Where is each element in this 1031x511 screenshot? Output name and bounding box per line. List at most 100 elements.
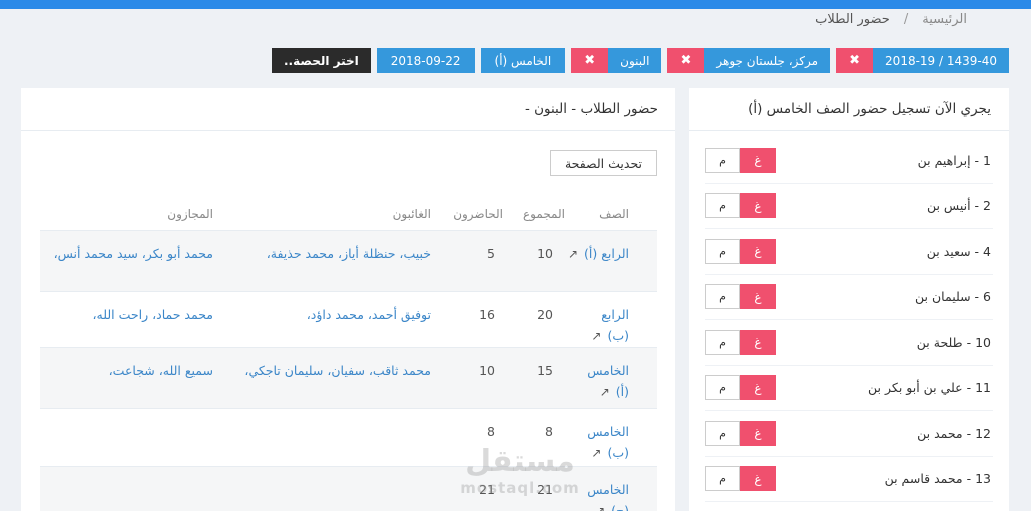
filter-gender-remove-icon[interactable]: ✖ [571, 48, 609, 73]
table-row: الخامس (أ)↗︎ 15 10 محمد ثاقب، سفيان، سليمان… [40, 347, 657, 409]
cell-excused[interactable]: محمد حماد، راحت الله، [40, 291, 213, 348]
filter-year-remove-icon[interactable]: ✖ [836, 48, 874, 73]
external-link-icon[interactable]: ↗︎ [568, 247, 578, 261]
summary-card: حضور الطلاب - البنون - تحديث الصفحة الصف… [21, 88, 675, 511]
cell-total: 21 [503, 466, 565, 511]
mark-present-button[interactable]: م [705, 420, 740, 446]
cell-total: 10 [503, 230, 565, 292]
mark-present-button[interactable]: م [705, 238, 740, 264]
external-link-icon[interactable]: ↗︎ [591, 446, 601, 460]
attendance-toggle: مغ [705, 284, 776, 310]
student-name: 12 - محمد بن [917, 425, 991, 441]
attendance-toggle: مغ [705, 329, 776, 355]
column-present: الحاضرون [431, 198, 503, 231]
mark-present-button[interactable]: م [705, 375, 740, 401]
table-row: الخامس (ب)↗︎ 8 8 [40, 408, 657, 467]
filter-center: مركز، جلستان جوهر ✖ [667, 48, 831, 73]
filter-date[interactable]: 2018-09-22 [376, 48, 475, 73]
mark-present-button[interactable]: م [705, 284, 740, 310]
mark-absent-button[interactable]: غ [740, 466, 776, 492]
cell-excused[interactable]: محمد أبو بكر، سيد محمد أنس، [40, 230, 213, 292]
student-row: 4 - سعيد بن م غ [705, 229, 993, 275]
attendance-toggle: مغ [705, 375, 776, 401]
external-link-icon[interactable]: ↗︎ [600, 385, 610, 399]
student-name: 11 - علي بن أبو بكر بن [868, 380, 991, 396]
mark-present-button[interactable]: م [705, 466, 740, 492]
table-row: الخامس (ج)↗︎ 21 21 [40, 466, 657, 511]
column-class: الصف [565, 198, 657, 231]
mark-absent-button[interactable]: غ [740, 420, 776, 446]
filter-class[interactable]: الخامس (أ) [480, 48, 566, 73]
attendance-toggle: مغ [705, 193, 776, 219]
cell-total: 8 [503, 408, 565, 467]
cell-present: 16 [431, 291, 503, 348]
column-absent: الغائبون [213, 198, 431, 231]
filter-class-label[interactable]: الخامس (أ) [480, 48, 566, 73]
cell-excused[interactable] [40, 466, 213, 511]
student-name: 2 - أنيس بن [926, 198, 991, 214]
top-bar [0, 0, 1031, 9]
mark-absent-button[interactable]: غ [740, 193, 776, 219]
mark-present-button[interactable]: م [705, 329, 740, 355]
mark-present-button[interactable]: م [705, 147, 740, 173]
class-link[interactable]: الخامس (ج) [587, 482, 629, 511]
filter-year-label: 1439-40 / 2018-19 [873, 48, 1009, 73]
filter-bar: 1439-40 / 2018-19 ✖ مركز، جلستان جوهر ✖ … [271, 48, 1009, 73]
student-list: 1 - إبراهيم بن م غ 2 - أنيس بن م غ 4 - سعيد بن… [689, 131, 1009, 502]
filter-year: 1439-40 / 2018-19 ✖ [836, 48, 1009, 73]
column-total: المجموع [503, 198, 565, 231]
cell-absent[interactable]: محمد ثاقب، سفيان، سليمان تاجكي، [213, 347, 431, 409]
external-link-icon[interactable]: ↗︎ [595, 504, 605, 511]
student-name: 6 - سليمان بن [915, 289, 991, 305]
class-link[interactable]: الرابع (أ) [584, 246, 629, 261]
cell-excused[interactable] [40, 408, 213, 467]
attendance-toggle: مغ [705, 238, 776, 264]
cell-absent[interactable]: توفيق أحمد، محمد داؤد، [213, 291, 431, 348]
external-link-icon[interactable]: ↗︎ [591, 329, 601, 343]
student-row: 2 - أنيس بن م غ [705, 184, 993, 229]
attendance-card-title: يجري الآن تسجيل حضور الصف الخامس (أ) [689, 88, 1009, 131]
student-row: 10 - طلحة بن م غ [705, 320, 993, 366]
cell-class: الخامس (ج)↗︎ [565, 466, 657, 511]
select-period-label[interactable]: اختر الحصة.. [271, 48, 371, 73]
cell-excused[interactable]: سميع الله، شجاعت، [40, 347, 213, 409]
student-name: 10 - طلحة بن [916, 334, 991, 350]
student-row: 12 - محمد بن م غ [705, 411, 993, 457]
cell-class: الرابع (أ) ↗︎ [565, 230, 657, 292]
mark-absent-button[interactable]: غ [740, 329, 776, 355]
mark-absent-button[interactable]: غ [740, 284, 776, 310]
breadcrumb-home[interactable]: الرئيسية [922, 12, 967, 27]
mark-absent-button[interactable]: غ [740, 375, 776, 401]
breadcrumb-separator: / [903, 12, 909, 27]
cell-absent[interactable] [213, 466, 431, 511]
refresh-button[interactable]: تحديث الصفحة [549, 150, 657, 176]
mark-absent-button[interactable]: غ [740, 147, 776, 173]
cell-class: الرابع (ب)↗︎ [565, 291, 657, 348]
cell-present: 10 [431, 347, 503, 409]
select-period-button[interactable]: اختر الحصة.. [271, 48, 371, 73]
student-row: 11 - علي بن أبو بكر بن م غ [705, 366, 993, 411]
mark-absent-button[interactable]: غ [740, 238, 776, 264]
student-row: 13 - محمد قاسم بن م غ [705, 457, 993, 502]
filter-gender: البنون ✖ [571, 48, 662, 73]
cell-class: الخامس (أ)↗︎ [565, 347, 657, 409]
attendance-card: يجري الآن تسجيل حضور الصف الخامس (أ) 1 -… [689, 88, 1009, 511]
filter-date-label[interactable]: 2018-09-22 [376, 48, 475, 73]
filter-center-label: مركز، جلستان جوهر [704, 48, 831, 73]
cell-present: 5 [431, 230, 503, 292]
table-header-row: الصف المجموع الحاضرون الغائبون المجازون [40, 198, 657, 231]
breadcrumb: الرئيسية / حضور الطلاب [815, 12, 967, 27]
attendance-toggle: مغ [705, 147, 776, 173]
student-name: 13 - محمد قاسم بن [884, 471, 991, 487]
cell-absent[interactable] [213, 408, 431, 467]
student-row: 6 - سليمان بن م غ [705, 275, 993, 320]
summary-card-title: حضور الطلاب - البنون - [21, 88, 675, 131]
cell-total: 15 [503, 347, 565, 409]
filter-gender-label: البنون [608, 48, 662, 73]
filter-center-remove-icon[interactable]: ✖ [667, 48, 705, 73]
cell-class: الخامس (ب)↗︎ [565, 408, 657, 467]
attendance-toggle: مغ [705, 420, 776, 446]
class-link[interactable]: الرابع (ب) [601, 307, 629, 343]
mark-present-button[interactable]: م [705, 193, 740, 219]
cell-absent[interactable]: خبيب، حنظلة أياز، محمد حذيفة، [213, 230, 431, 292]
